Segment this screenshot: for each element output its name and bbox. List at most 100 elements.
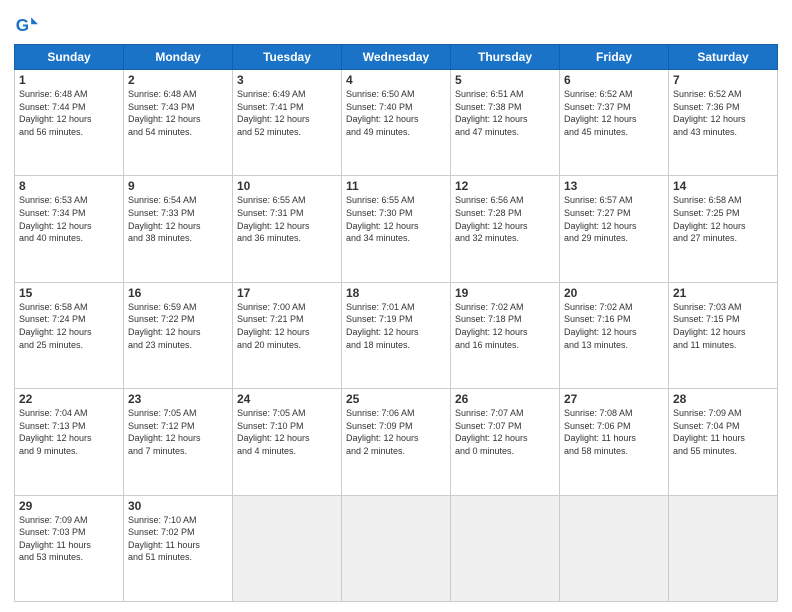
day-info: Sunrise: 7:02 AM Sunset: 7:16 PM Dayligh… bbox=[564, 301, 664, 351]
day-info: Sunrise: 7:07 AM Sunset: 7:07 PM Dayligh… bbox=[455, 407, 555, 457]
day-info: Sunrise: 6:52 AM Sunset: 7:36 PM Dayligh… bbox=[673, 88, 773, 138]
col-saturday: Saturday bbox=[669, 45, 778, 70]
day-info: Sunrise: 7:05 AM Sunset: 7:10 PM Dayligh… bbox=[237, 407, 337, 457]
col-sunday: Sunday bbox=[15, 45, 124, 70]
table-row bbox=[233, 495, 342, 601]
table-row bbox=[669, 495, 778, 601]
table-row: 8Sunrise: 6:53 AM Sunset: 7:34 PM Daylig… bbox=[15, 176, 124, 282]
day-info: Sunrise: 6:49 AM Sunset: 7:41 PM Dayligh… bbox=[237, 88, 337, 138]
day-info: Sunrise: 6:55 AM Sunset: 7:31 PM Dayligh… bbox=[237, 194, 337, 244]
table-row: 6Sunrise: 6:52 AM Sunset: 7:37 PM Daylig… bbox=[560, 70, 669, 176]
calendar-table: Sunday Monday Tuesday Wednesday Thursday… bbox=[14, 44, 778, 602]
table-row: 16Sunrise: 6:59 AM Sunset: 7:22 PM Dayli… bbox=[124, 282, 233, 388]
day-info: Sunrise: 6:54 AM Sunset: 7:33 PM Dayligh… bbox=[128, 194, 228, 244]
table-row: 27Sunrise: 7:08 AM Sunset: 7:06 PM Dayli… bbox=[560, 389, 669, 495]
table-row: 30Sunrise: 7:10 AM Sunset: 7:02 PM Dayli… bbox=[124, 495, 233, 601]
day-number: 18 bbox=[346, 286, 446, 300]
day-info: Sunrise: 6:55 AM Sunset: 7:30 PM Dayligh… bbox=[346, 194, 446, 244]
table-row: 19Sunrise: 7:02 AM Sunset: 7:18 PM Dayli… bbox=[451, 282, 560, 388]
table-row: 20Sunrise: 7:02 AM Sunset: 7:16 PM Dayli… bbox=[560, 282, 669, 388]
table-row: 29Sunrise: 7:09 AM Sunset: 7:03 PM Dayli… bbox=[15, 495, 124, 601]
table-row: 24Sunrise: 7:05 AM Sunset: 7:10 PM Dayli… bbox=[233, 389, 342, 495]
table-row: 13Sunrise: 6:57 AM Sunset: 7:27 PM Dayli… bbox=[560, 176, 669, 282]
table-row: 4Sunrise: 6:50 AM Sunset: 7:40 PM Daylig… bbox=[342, 70, 451, 176]
day-info: Sunrise: 6:51 AM Sunset: 7:38 PM Dayligh… bbox=[455, 88, 555, 138]
day-number: 20 bbox=[564, 286, 664, 300]
table-row: 15Sunrise: 6:58 AM Sunset: 7:24 PM Dayli… bbox=[15, 282, 124, 388]
table-row: 21Sunrise: 7:03 AM Sunset: 7:15 PM Dayli… bbox=[669, 282, 778, 388]
day-number: 9 bbox=[128, 179, 228, 193]
day-number: 13 bbox=[564, 179, 664, 193]
table-row: 26Sunrise: 7:07 AM Sunset: 7:07 PM Dayli… bbox=[451, 389, 560, 495]
day-info: Sunrise: 7:06 AM Sunset: 7:09 PM Dayligh… bbox=[346, 407, 446, 457]
day-info: Sunrise: 6:48 AM Sunset: 7:43 PM Dayligh… bbox=[128, 88, 228, 138]
day-number: 21 bbox=[673, 286, 773, 300]
day-info: Sunrise: 7:01 AM Sunset: 7:19 PM Dayligh… bbox=[346, 301, 446, 351]
day-number: 25 bbox=[346, 392, 446, 406]
table-row bbox=[560, 495, 669, 601]
day-number: 22 bbox=[19, 392, 119, 406]
day-info: Sunrise: 7:04 AM Sunset: 7:13 PM Dayligh… bbox=[19, 407, 119, 457]
calendar-header-row: Sunday Monday Tuesday Wednesday Thursday… bbox=[15, 45, 778, 70]
table-row: 2Sunrise: 6:48 AM Sunset: 7:43 PM Daylig… bbox=[124, 70, 233, 176]
day-info: Sunrise: 7:05 AM Sunset: 7:12 PM Dayligh… bbox=[128, 407, 228, 457]
day-info: Sunrise: 6:59 AM Sunset: 7:22 PM Dayligh… bbox=[128, 301, 228, 351]
table-row: 12Sunrise: 6:56 AM Sunset: 7:28 PM Dayli… bbox=[451, 176, 560, 282]
svg-text:G: G bbox=[16, 15, 29, 35]
day-info: Sunrise: 6:53 AM Sunset: 7:34 PM Dayligh… bbox=[19, 194, 119, 244]
col-tuesday: Tuesday bbox=[233, 45, 342, 70]
day-number: 15 bbox=[19, 286, 119, 300]
table-row: 9Sunrise: 6:54 AM Sunset: 7:33 PM Daylig… bbox=[124, 176, 233, 282]
table-row bbox=[342, 495, 451, 601]
calendar-week-row: 8Sunrise: 6:53 AM Sunset: 7:34 PM Daylig… bbox=[15, 176, 778, 282]
logo: G bbox=[14, 14, 40, 38]
day-number: 23 bbox=[128, 392, 228, 406]
calendar-week-row: 29Sunrise: 7:09 AM Sunset: 7:03 PM Dayli… bbox=[15, 495, 778, 601]
day-number: 1 bbox=[19, 73, 119, 87]
day-number: 4 bbox=[346, 73, 446, 87]
table-row: 1Sunrise: 6:48 AM Sunset: 7:44 PM Daylig… bbox=[15, 70, 124, 176]
table-row bbox=[451, 495, 560, 601]
day-number: 7 bbox=[673, 73, 773, 87]
day-info: Sunrise: 7:08 AM Sunset: 7:06 PM Dayligh… bbox=[564, 407, 664, 457]
table-row: 3Sunrise: 6:49 AM Sunset: 7:41 PM Daylig… bbox=[233, 70, 342, 176]
day-info: Sunrise: 7:09 AM Sunset: 7:03 PM Dayligh… bbox=[19, 514, 119, 564]
col-monday: Monday bbox=[124, 45, 233, 70]
day-number: 5 bbox=[455, 73, 555, 87]
day-info: Sunrise: 6:48 AM Sunset: 7:44 PM Dayligh… bbox=[19, 88, 119, 138]
calendar-week-row: 15Sunrise: 6:58 AM Sunset: 7:24 PM Dayli… bbox=[15, 282, 778, 388]
day-info: Sunrise: 7:00 AM Sunset: 7:21 PM Dayligh… bbox=[237, 301, 337, 351]
day-info: Sunrise: 6:56 AM Sunset: 7:28 PM Dayligh… bbox=[455, 194, 555, 244]
day-number: 30 bbox=[128, 499, 228, 513]
day-number: 3 bbox=[237, 73, 337, 87]
table-row: 18Sunrise: 7:01 AM Sunset: 7:19 PM Dayli… bbox=[342, 282, 451, 388]
table-row: 5Sunrise: 6:51 AM Sunset: 7:38 PM Daylig… bbox=[451, 70, 560, 176]
col-thursday: Thursday bbox=[451, 45, 560, 70]
day-info: Sunrise: 7:09 AM Sunset: 7:04 PM Dayligh… bbox=[673, 407, 773, 457]
day-number: 24 bbox=[237, 392, 337, 406]
day-info: Sunrise: 6:52 AM Sunset: 7:37 PM Dayligh… bbox=[564, 88, 664, 138]
day-number: 16 bbox=[128, 286, 228, 300]
table-row: 25Sunrise: 7:06 AM Sunset: 7:09 PM Dayli… bbox=[342, 389, 451, 495]
day-number: 14 bbox=[673, 179, 773, 193]
day-info: Sunrise: 6:58 AM Sunset: 7:25 PM Dayligh… bbox=[673, 194, 773, 244]
col-friday: Friday bbox=[560, 45, 669, 70]
logo-icon: G bbox=[14, 14, 38, 38]
day-number: 26 bbox=[455, 392, 555, 406]
col-wednesday: Wednesday bbox=[342, 45, 451, 70]
day-number: 2 bbox=[128, 73, 228, 87]
calendar-week-row: 1Sunrise: 6:48 AM Sunset: 7:44 PM Daylig… bbox=[15, 70, 778, 176]
table-row: 17Sunrise: 7:00 AM Sunset: 7:21 PM Dayli… bbox=[233, 282, 342, 388]
page-header: G bbox=[14, 10, 778, 38]
day-number: 19 bbox=[455, 286, 555, 300]
day-info: Sunrise: 6:58 AM Sunset: 7:24 PM Dayligh… bbox=[19, 301, 119, 351]
day-number: 29 bbox=[19, 499, 119, 513]
day-info: Sunrise: 6:57 AM Sunset: 7:27 PM Dayligh… bbox=[564, 194, 664, 244]
table-row: 22Sunrise: 7:04 AM Sunset: 7:13 PM Dayli… bbox=[15, 389, 124, 495]
day-number: 17 bbox=[237, 286, 337, 300]
day-info: Sunrise: 7:10 AM Sunset: 7:02 PM Dayligh… bbox=[128, 514, 228, 564]
table-row: 23Sunrise: 7:05 AM Sunset: 7:12 PM Dayli… bbox=[124, 389, 233, 495]
day-info: Sunrise: 6:50 AM Sunset: 7:40 PM Dayligh… bbox=[346, 88, 446, 138]
day-info: Sunrise: 7:02 AM Sunset: 7:18 PM Dayligh… bbox=[455, 301, 555, 351]
table-row: 10Sunrise: 6:55 AM Sunset: 7:31 PM Dayli… bbox=[233, 176, 342, 282]
